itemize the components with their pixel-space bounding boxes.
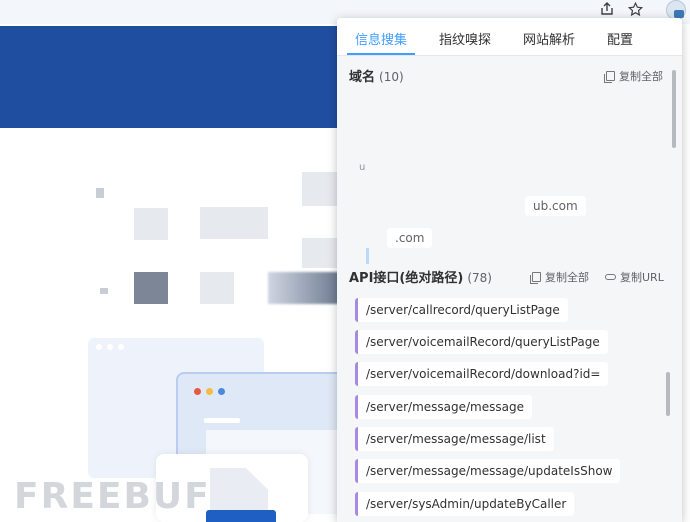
api-section-title: API接口(绝对路径) (78) xyxy=(349,267,492,286)
copy-icon xyxy=(604,71,615,83)
domain-list: u ub.com .com xyxy=(347,86,665,266)
domain-item[interactable]: .com xyxy=(387,228,433,248)
watermark-logo: FREEBUF xyxy=(14,476,211,517)
star-icon[interactable] xyxy=(626,0,644,18)
blurred-block xyxy=(200,207,268,239)
api-copy-all-label: 复制全部 xyxy=(545,271,589,284)
extension-icon[interactable] xyxy=(666,0,686,20)
api-copy-all-button[interactable]: 复制全部 xyxy=(530,269,589,285)
tab-settings[interactable]: 配置 xyxy=(607,29,633,48)
api-title: API接口(绝对路径) xyxy=(349,271,464,286)
api-item[interactable]: /server/message/message xyxy=(355,395,532,419)
domain-scrollbar[interactable] xyxy=(672,70,676,148)
domain-copy-all-button[interactable]: 复制全部 xyxy=(604,68,663,84)
domain-title: 域名 xyxy=(349,70,376,85)
blurred-block xyxy=(302,238,338,268)
tab-bar: 信息搜集 指纹嗅探 网站解析 配置 xyxy=(337,18,682,56)
api-item[interactable]: /server/voicemailRecord/download?id= xyxy=(355,362,609,386)
tab-fingerprint[interactable]: 指纹嗅探 xyxy=(439,29,491,48)
blurred-block xyxy=(134,208,168,240)
blurred-block xyxy=(302,172,338,206)
domain-item[interactable]: ub.com xyxy=(525,196,586,216)
page-banner xyxy=(0,26,340,128)
link-icon xyxy=(605,274,616,280)
screen: FREEBUF 信息搜集 指纹嗅探 网站解析 配置 域名 (10) 复制全部 u … xyxy=(0,0,690,522)
api-item[interactable]: /server/message/message/updateIsShow xyxy=(355,459,621,483)
api-item[interactable]: /server/voicemailRecord/queryListPage xyxy=(355,330,608,354)
copy-icon xyxy=(530,272,541,284)
blurred-block xyxy=(200,272,234,304)
api-copy-url-button[interactable]: 复制URL xyxy=(605,269,664,285)
api-copy-url-label: 复制URL xyxy=(620,271,664,284)
api-item[interactable]: /server/sysAdmin/updateByCaller xyxy=(355,492,575,516)
domain-section-title: 域名 (10) xyxy=(349,66,404,85)
api-scrollbar[interactable] xyxy=(666,372,670,416)
api-count: (78) xyxy=(467,271,492,285)
domain-copy-all-label: 复制全部 xyxy=(619,70,663,83)
domain-item-marker xyxy=(366,248,369,264)
extension-popup: 信息搜集 指纹嗅探 网站解析 配置 域名 (10) 复制全部 u ub.com .… xyxy=(337,18,682,522)
blurred-block xyxy=(134,272,168,304)
domain-item[interactable]: u xyxy=(359,162,365,173)
tab-info-collect[interactable]: 信息搜集 xyxy=(355,29,407,48)
tab-active-indicator xyxy=(347,53,415,55)
blurred-heading xyxy=(268,272,340,304)
tab-site-parse[interactable]: 网站解析 xyxy=(523,29,575,48)
blurred-block xyxy=(100,288,108,294)
blurred-block xyxy=(96,188,104,198)
api-item[interactable]: /server/message/message/list xyxy=(355,427,554,451)
api-item[interactable]: /server/callrecord/queryListPage xyxy=(355,298,568,322)
share-icon[interactable] xyxy=(598,0,616,18)
domain-count: (10) xyxy=(379,70,404,84)
